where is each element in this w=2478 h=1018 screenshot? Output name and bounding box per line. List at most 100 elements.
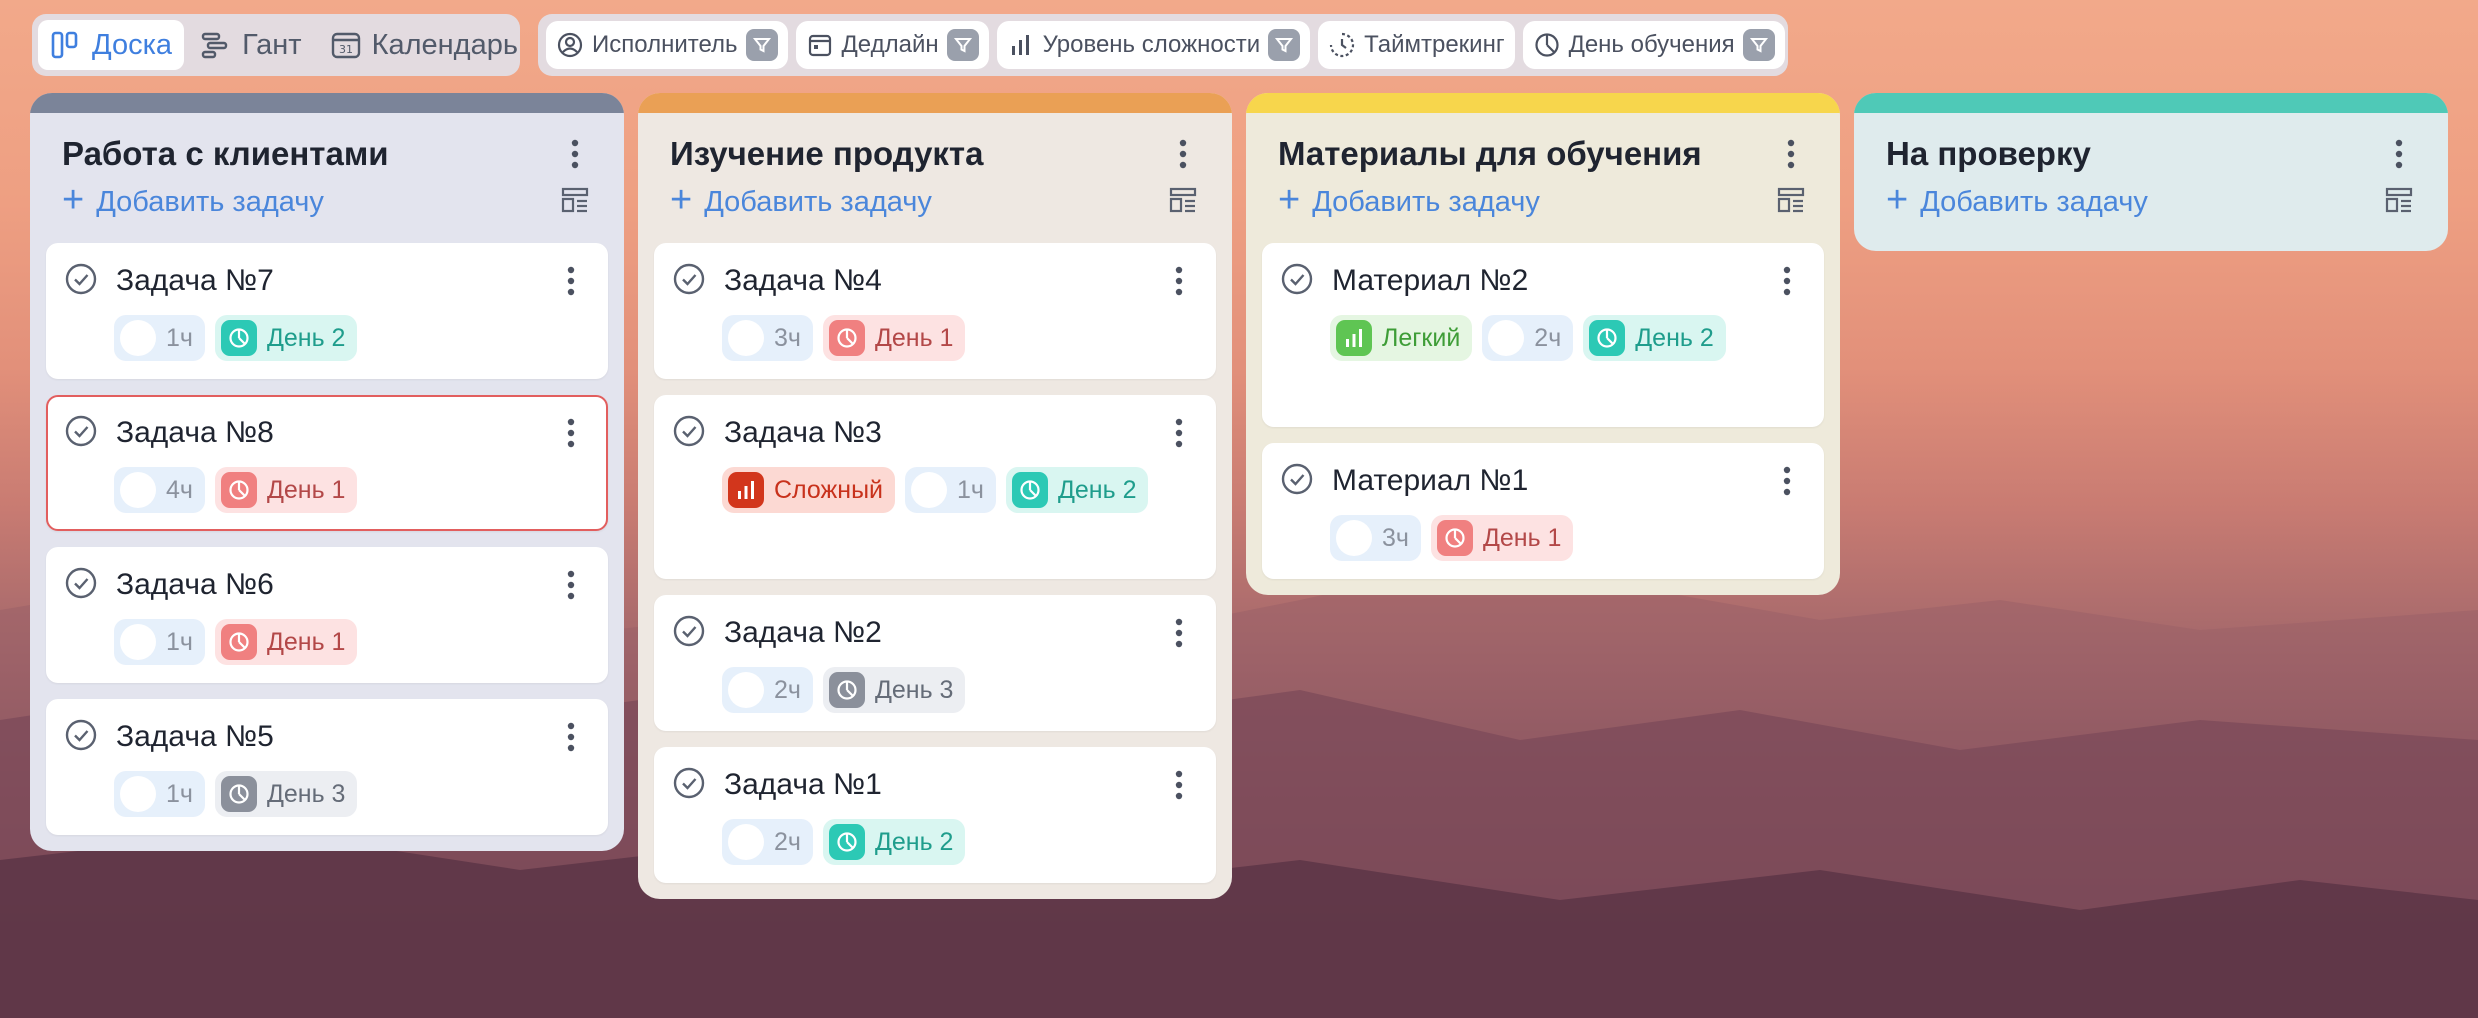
day-tag[interactable]: День 3 <box>822 667 966 713</box>
time-tag[interactable]: 1ч <box>114 771 205 817</box>
task-card[interactable]: Задача №4 3ч День 1 <box>654 243 1216 379</box>
day-tag[interactable]: День 1 <box>214 467 358 513</box>
complete-check-icon[interactable] <box>672 414 706 453</box>
task-card[interactable]: Задача №6 1ч День 1 <box>46 547 608 683</box>
add-task-button[interactable]: + Добавить задачу <box>1886 181 2148 219</box>
card-menu-icon[interactable] <box>556 413 586 453</box>
card-menu-icon[interactable] <box>556 261 586 301</box>
time-tag[interactable]: 1ч <box>114 619 205 665</box>
complete-check-icon[interactable] <box>672 766 706 805</box>
card-menu-icon[interactable] <box>1164 261 1194 301</box>
complete-check-icon[interactable] <box>672 262 706 301</box>
difficulty-tag[interactable]: Сложный <box>722 467 896 513</box>
filter-funnel-icon[interactable] <box>946 29 979 61</box>
day-tag[interactable]: День 3 <box>214 771 358 817</box>
view-gantt-button[interactable]: Гант <box>188 20 314 70</box>
day-tag[interactable]: День 2 <box>214 315 358 361</box>
time-tag[interactable]: 1ч <box>905 467 996 513</box>
view-calendar-button[interactable]: 31 Календарь <box>318 20 530 70</box>
column-color-stripe <box>1854 93 2448 113</box>
filter-training-day-label: День обучения <box>1568 31 1735 58</box>
card-menu-icon[interactable] <box>1164 613 1194 653</box>
time-tag[interactable]: 3ч <box>1330 515 1421 561</box>
day-label: День 3 <box>874 675 954 704</box>
day-tag[interactable]: День 2 <box>1005 467 1149 513</box>
task-card[interactable]: Задача №5 1ч День 3 <box>46 699 608 835</box>
complete-check-icon[interactable] <box>64 718 98 757</box>
filter-timetracking[interactable]: Таймтрекинг <box>1318 21 1515 69</box>
task-card[interactable]: Задача №1 2ч День 2 <box>654 747 1216 883</box>
complete-check-icon[interactable] <box>1280 462 1314 501</box>
column-template-icon[interactable] <box>2384 185 2414 220</box>
column-color-stripe <box>1246 93 1840 113</box>
plus-icon: + <box>670 179 693 221</box>
task-tags: 1ч День 3 <box>64 771 586 817</box>
add-task-button[interactable]: + Добавить задачу <box>62 181 324 219</box>
filter-assignee-label: Исполнитель <box>592 31 738 58</box>
card-menu-icon[interactable] <box>1772 261 1802 301</box>
task-card[interactable]: Материал №2 Легкий 2ч День 2 <box>1262 243 1824 427</box>
card-list: Задача №4 3ч День 1 Задача №3 Сложный 1ч День … <box>638 225 1232 899</box>
time-tag[interactable]: 1ч <box>114 315 205 361</box>
complete-check-icon[interactable] <box>64 262 98 301</box>
timer-circle-icon <box>120 320 156 356</box>
board-column: Изучение продукта + Добавить задачу Задача … <box>638 93 1232 899</box>
task-card[interactable]: Задача №7 1ч День 2 <box>46 243 608 379</box>
card-menu-icon[interactable] <box>1772 461 1802 501</box>
task-card[interactable]: Задача №3 Сложный 1ч День 2 <box>654 395 1216 579</box>
filter-difficulty[interactable]: Уровень сложности <box>996 21 1311 69</box>
filter-funnel-icon[interactable] <box>1742 29 1775 61</box>
task-card[interactable]: Материал №1 3ч День 1 <box>1262 443 1824 579</box>
filter-funnel-icon[interactable] <box>1268 29 1301 61</box>
difficulty-tag[interactable]: Легкий <box>1330 315 1473 361</box>
day-tag[interactable]: День 1 <box>214 619 358 665</box>
card-menu-icon[interactable] <box>556 717 586 757</box>
time-tag[interactable]: 2ч <box>722 667 813 713</box>
complete-check-icon[interactable] <box>1280 262 1314 301</box>
task-card[interactable]: Задача №2 2ч День 3 <box>654 595 1216 731</box>
day-tag[interactable]: День 1 <box>1430 515 1574 561</box>
column-menu-icon[interactable] <box>2384 134 2414 174</box>
filter-assignee[interactable]: Исполнитель <box>546 21 788 69</box>
day-tag[interactable]: День 1 <box>822 315 966 361</box>
complete-check-icon[interactable] <box>64 566 98 605</box>
column-template-icon[interactable] <box>1168 185 1198 220</box>
user-icon <box>557 32 583 58</box>
day-tag[interactable]: День 2 <box>1583 315 1726 361</box>
task-title: Задача №4 <box>724 264 882 297</box>
day-tag[interactable]: День 2 <box>822 819 966 865</box>
filter-deadline[interactable]: Дедлайн <box>795 21 989 69</box>
column-menu-icon[interactable] <box>1776 134 1806 174</box>
add-task-label: Добавить задачу <box>704 185 932 218</box>
filter-training-day[interactable]: День обучения <box>1522 21 1785 69</box>
card-menu-icon[interactable] <box>1164 765 1194 805</box>
time-tag[interactable]: 3ч <box>722 315 813 361</box>
column-template-icon[interactable] <box>560 185 590 220</box>
time-tag[interactable]: 4ч <box>114 467 205 513</box>
column-menu-icon[interactable] <box>560 134 590 174</box>
time-tag[interactable]: 2ч <box>722 819 813 865</box>
kanban-app: Доска Гант 31 Календарь Исполнитель Дедл… <box>0 0 2478 1018</box>
column-color-stripe <box>30 93 624 113</box>
column-title: Материалы для обучения <box>1278 135 1702 172</box>
complete-check-icon[interactable] <box>64 414 98 453</box>
complete-check-icon[interactable] <box>672 614 706 653</box>
timer-circle-icon <box>1336 520 1372 556</box>
add-task-button[interactable]: + Добавить задачу <box>670 181 932 219</box>
gantt-icon <box>201 32 228 59</box>
board-column: Работа с клиентами + Добавить задачу Задача… <box>30 93 624 851</box>
column-menu-icon[interactable] <box>1168 134 1198 174</box>
add-task-button[interactable]: + Добавить задачу <box>1278 181 1540 219</box>
day-label: День 1 <box>874 323 954 352</box>
plus-icon: + <box>62 179 85 221</box>
card-menu-icon[interactable] <box>1164 413 1194 453</box>
card-menu-icon[interactable] <box>556 565 586 605</box>
plus-icon: + <box>1886 179 1909 221</box>
column-template-icon[interactable] <box>1776 185 1806 220</box>
view-board-button[interactable]: Доска <box>38 20 185 70</box>
filter-difficulty-label: Уровень сложности <box>1042 31 1261 58</box>
time-tag[interactable]: 2ч <box>1482 315 1574 361</box>
task-card[interactable]: Задача №8 4ч День 1 <box>46 395 608 531</box>
filter-funnel-icon[interactable] <box>745 29 778 61</box>
task-tags: Сложный 1ч День 2 <box>672 467 1194 513</box>
